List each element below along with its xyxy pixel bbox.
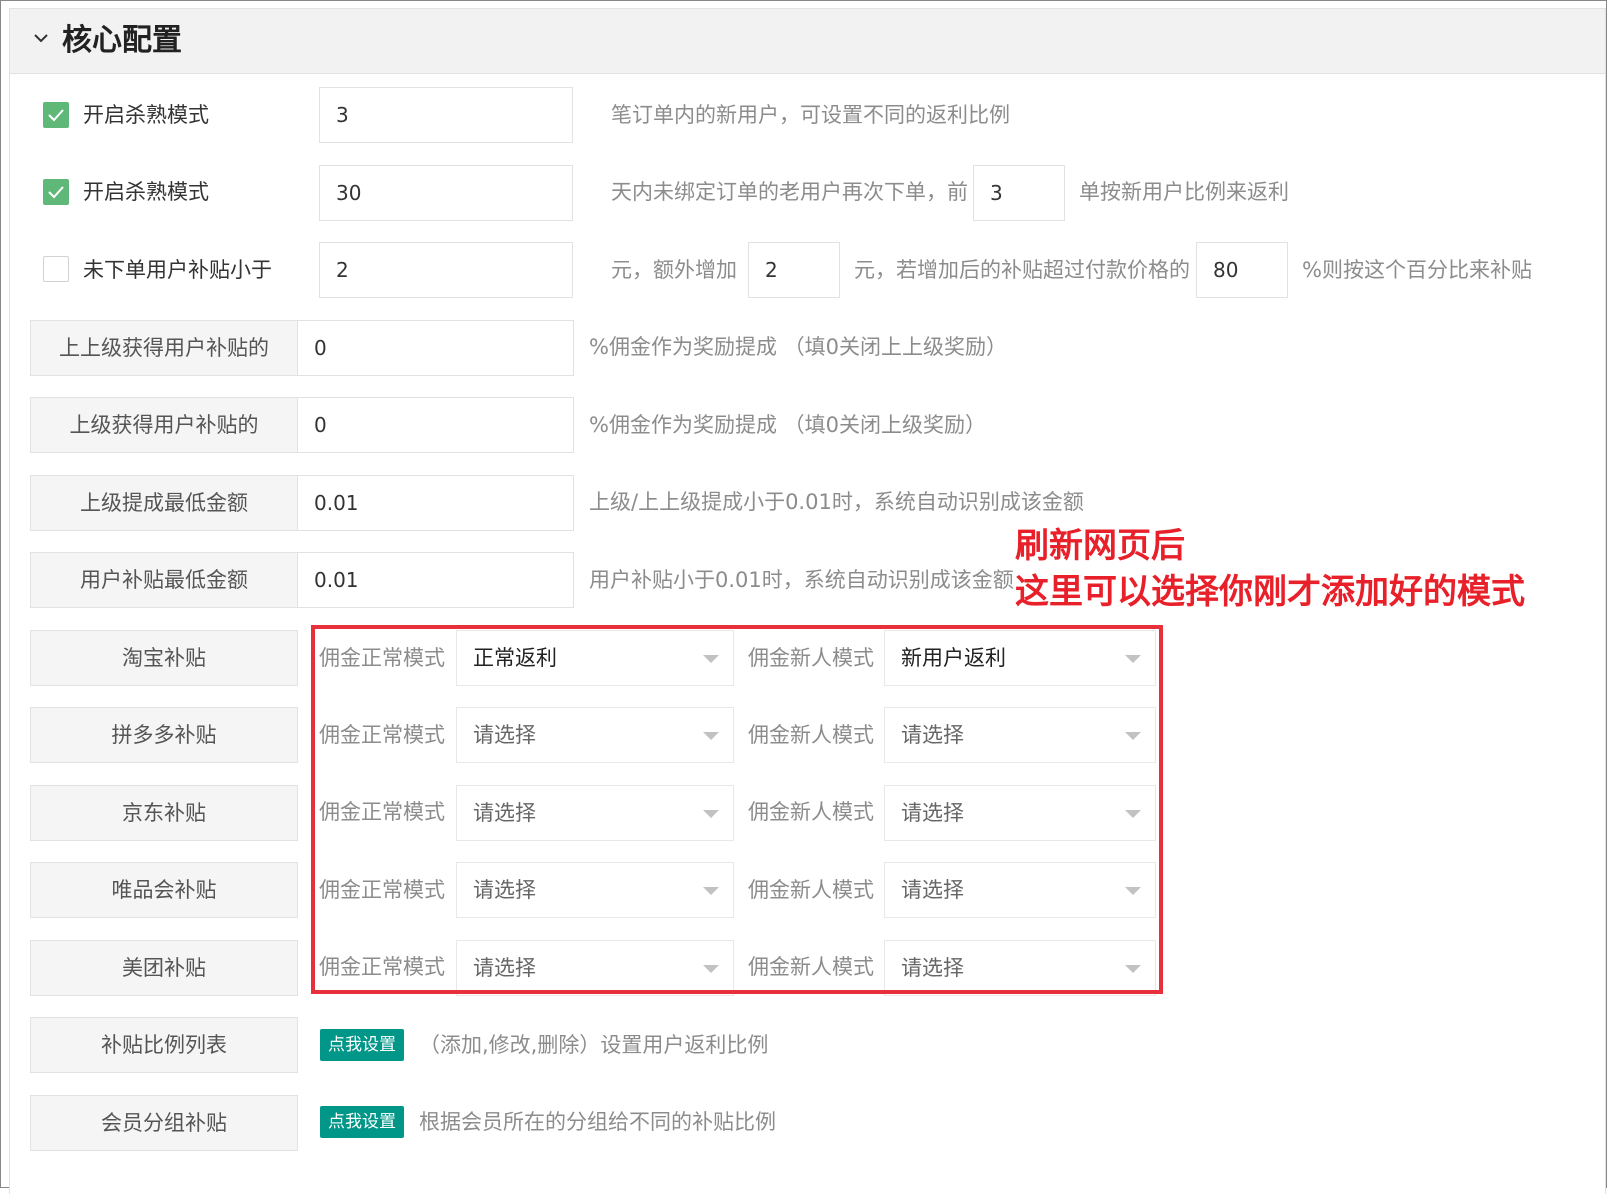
row3-desc-1: 元，额外增加 [611,258,737,282]
platform-label-taobao: 淘宝补贴 [30,630,298,686]
superior-reward-input[interactable]: 0 [297,397,574,453]
user-min-subsidy-label: 用户补贴最低金额 [30,552,298,608]
row2-desc-2: 单按新用户比例来返利 [1079,180,1289,204]
row1-desc: 笔订单内的新用户，可设置不同的返利比例 [611,103,1010,127]
check-icon [48,109,64,122]
member-group-desc: 根据会员所在的分组给不同的补贴比例 [419,1110,776,1134]
user-min-subsidy-desc: 用户补贴小于0.01时，系统自动识别成该金额 [589,568,1014,592]
superior-min-amount-label: 上级提成最低金额 [30,475,298,531]
no-order-subsidy-label: 未下单用户补贴小于 [83,258,272,282]
row2-desc-1: 天内未绑定订单的老用户再次下单，前 [611,180,968,204]
superior-min-amount-desc: 上级/上上级提成小于0.01时，系统自动识别成该金额 [589,490,1084,514]
superior-reward-label: 上级获得用户补贴的 [30,397,298,453]
platform-label-pinduoduo: 拼多多补贴 [30,707,298,763]
kill-mode-label-2: 开启杀熟模式 [83,180,209,204]
kill-mode-label-1: 开启杀熟模式 [83,103,209,127]
row3-desc-2: 元，若增加后的补贴超过付款价格的 [854,258,1190,282]
check-icon [48,186,64,199]
old-user-days-input[interactable]: 30 [319,165,573,221]
platform-label-meituan: 美团补贴 [30,940,298,996]
new-user-order-count-input[interactable]: 3 [319,87,573,143]
subsidy-threshold-input[interactable]: 2 [319,242,573,298]
user-min-subsidy-input[interactable]: 0.01 [297,552,574,608]
member-group-subsidy-label: 会员分组补贴 [30,1095,298,1151]
panel-title: 核心配置 [62,23,182,58]
row3-desc-3: %则按这个百分比来补贴 [1302,258,1532,282]
subsidy-ratio-list-label: 补贴比例列表 [30,1017,298,1073]
grand-superior-reward-input[interactable]: 0 [297,320,574,376]
annotation-line-1: 刷新网页后 [1015,526,1185,566]
platform-label-jd: 京东补贴 [30,785,298,841]
percent-cap-input[interactable]: 80 [1196,242,1288,298]
platform-label-vipshop: 唯品会补贴 [30,862,298,918]
superior-reward-desc: %佣金作为奖励提成 （填0关闭上级奖励） [589,413,986,437]
subsidy-ratio-desc: （添加,修改,删除）设置用户返利比例 [419,1033,769,1057]
annotation-line-2: 这里可以选择你刚才添加好的模式 [1015,572,1525,612]
kill-mode-checkbox-1[interactable] [43,102,69,128]
old-user-order-count-input[interactable]: 3 [973,165,1065,221]
panel-header[interactable]: 核心配置 [10,9,1605,74]
superior-min-amount-input[interactable]: 0.01 [297,475,574,531]
member-group-set-button[interactable]: 点我设置 [320,1106,404,1138]
chevron-down-icon[interactable] [34,31,48,45]
kill-mode-checkbox-2[interactable] [43,179,69,205]
extra-amount-input[interactable]: 2 [748,242,840,298]
grand-superior-reward-label: 上上级获得用户补贴的 [30,320,298,376]
no-order-subsidy-checkbox[interactable] [43,256,69,282]
highlight-box [311,625,1163,994]
subsidy-ratio-set-button[interactable]: 点我设置 [320,1029,404,1061]
grand-superior-reward-desc: %佣金作为奖励提成 （填0关闭上上级奖励） [589,335,1007,359]
